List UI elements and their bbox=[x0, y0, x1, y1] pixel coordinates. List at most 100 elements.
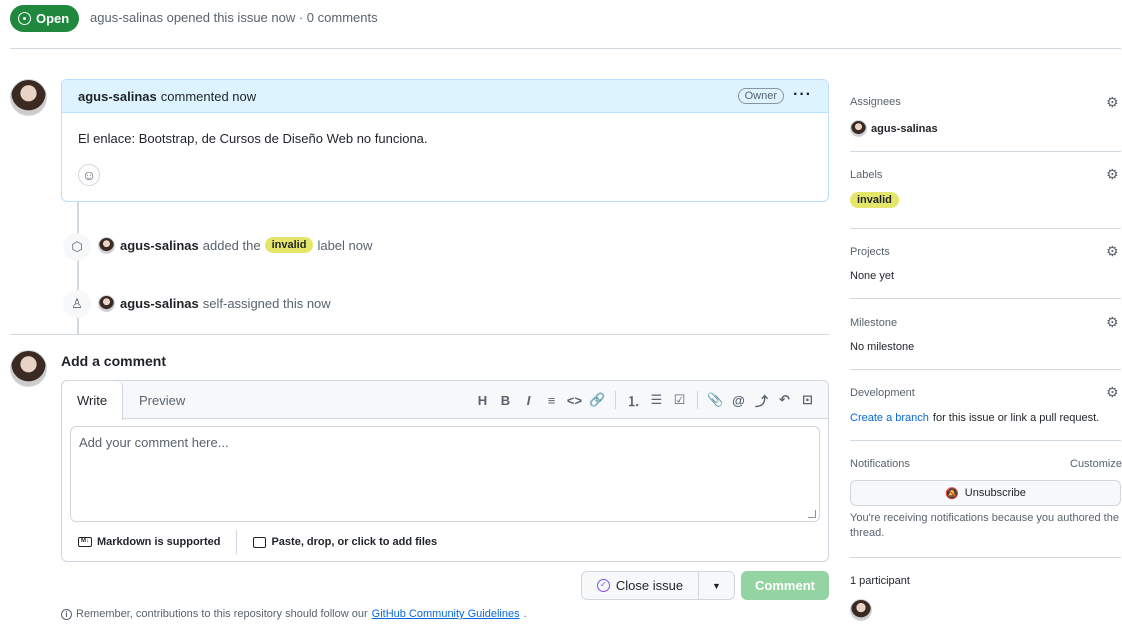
issue-comment: agus-salinas commented now Owner ··· El … bbox=[61, 79, 829, 202]
assignees-title[interactable]: Assignees bbox=[850, 96, 901, 108]
comment-header: agus-salinas commented now Owner ··· bbox=[62, 80, 828, 113]
issue-meta: agus-salinas opened this issue now · 0 c… bbox=[90, 10, 378, 25]
guidelines-link[interactable]: GitHub Community Guidelines bbox=[372, 608, 520, 620]
assignee-avatar bbox=[850, 120, 867, 137]
task-list-icon[interactable]: ☑ bbox=[669, 388, 690, 412]
attach-files[interactable]: Paste, drop, or click to add files bbox=[237, 536, 453, 548]
assignee-name: agus-salinas bbox=[871, 122, 938, 135]
viewer-avatar[interactable] bbox=[10, 350, 47, 387]
projects-value: None yet bbox=[850, 270, 895, 282]
guidelines-reminder: i Remember, contributions to this reposi… bbox=[61, 608, 527, 620]
event-text-post: label now bbox=[317, 237, 373, 253]
undo-icon[interactable]: ↶ bbox=[774, 388, 795, 412]
close-issue-label: Close issue bbox=[615, 578, 684, 593]
development-title[interactable]: Development bbox=[850, 387, 915, 399]
event-actor[interactable]: agus-salinas bbox=[120, 238, 199, 253]
timeline-label-event: agus-salinas added the invalid label now bbox=[120, 237, 372, 253]
projects-title[interactable]: Projects bbox=[850, 246, 890, 258]
label-invalid[interactable]: invalid bbox=[850, 192, 899, 208]
event-actor[interactable]: agus-salinas bbox=[120, 296, 199, 311]
markdown-icon: M↓ bbox=[78, 537, 92, 547]
comment-author[interactable]: agus-salinas bbox=[78, 89, 157, 104]
unsubscribe-label: Unsubscribe bbox=[964, 487, 1026, 499]
sidebar-divider bbox=[850, 557, 1121, 558]
label-invalid[interactable]: invalid bbox=[264, 237, 314, 253]
event-text: self-assigned this now bbox=[202, 296, 331, 311]
editor-footer: M↓ Markdown is supported Paste, drop, or… bbox=[62, 523, 828, 561]
unsubscribe-button[interactable]: 🔕 Unsubscribe bbox=[850, 480, 1121, 506]
issue-state-badge: Open bbox=[10, 5, 80, 32]
fullscreen-icon[interactable]: ⊡ bbox=[797, 388, 818, 412]
markdown-hint[interactable]: M↓ Markdown is supported bbox=[62, 536, 236, 548]
link-icon[interactable]: 🔗 bbox=[587, 388, 608, 412]
add-comment-title: Add a comment bbox=[61, 353, 167, 369]
sidebar-divider bbox=[850, 369, 1121, 370]
check-circle-icon: ✓ bbox=[596, 579, 610, 592]
assignee-item[interactable]: agus-salinas bbox=[850, 120, 938, 137]
create-branch-link[interactable]: Create a branch bbox=[850, 412, 929, 424]
italic-icon[interactable]: I bbox=[518, 388, 539, 412]
gear-icon[interactable]: ⚙ bbox=[1106, 94, 1119, 111]
comment-action: commented now bbox=[160, 88, 257, 104]
tab-preview[interactable]: Preview bbox=[124, 381, 200, 419]
tag-icon: ⬡ bbox=[63, 233, 91, 261]
milestone-title[interactable]: Milestone bbox=[850, 317, 897, 329]
labels-title[interactable]: Labels bbox=[850, 169, 882, 181]
sidebar-divider bbox=[850, 298, 1121, 299]
tab-write[interactable]: Write bbox=[61, 381, 124, 420]
toolbar-separator bbox=[697, 391, 698, 409]
editor-tabs: Write Preview H B I ≡ <> 🔗 ⒈ ☰ ☑ 📎 @ ⤴ ↶… bbox=[61, 381, 828, 420]
development-rest: for this issue or link a pull request. bbox=[932, 412, 1100, 424]
ordered-list-icon[interactable]: ⒈ bbox=[623, 388, 644, 412]
cross-reference-icon[interactable]: ⤴ bbox=[751, 388, 772, 412]
markdown-label: Markdown is supported bbox=[97, 536, 221, 548]
reminder-end: . bbox=[523, 608, 527, 620]
comment-body: El enlace: Bootstrap, de Cursos de Diseñ… bbox=[78, 131, 428, 146]
info-icon: i bbox=[61, 608, 72, 620]
reminder-text: Remember, contributions to this reposito… bbox=[76, 608, 368, 620]
gear-icon[interactable]: ⚙ bbox=[1106, 243, 1119, 260]
gear-icon[interactable]: ⚙ bbox=[1106, 166, 1119, 183]
close-issue-button[interactable]: ✓ Close issue bbox=[581, 571, 699, 600]
notifications-title: Notifications bbox=[850, 458, 910, 470]
actor-avatar[interactable] bbox=[98, 237, 115, 254]
editor-toolbar: H B I ≡ <> 🔗 ⒈ ☰ ☑ 📎 @ ⤴ ↶ ⊡ bbox=[472, 381, 818, 419]
comment-button[interactable]: Comment bbox=[741, 571, 829, 600]
customize-link[interactable]: Customize bbox=[1070, 458, 1122, 470]
label-list: invalid bbox=[850, 192, 899, 208]
heading-icon[interactable]: H bbox=[472, 388, 493, 412]
notifications-note: You're receiving notifications because y… bbox=[850, 512, 1119, 539]
gear-icon[interactable]: ⚙ bbox=[1106, 384, 1119, 401]
sidebar-divider bbox=[850, 228, 1121, 229]
event-text-pre: added the bbox=[202, 237, 261, 253]
unordered-list-icon[interactable]: ☰ bbox=[646, 388, 667, 412]
quote-icon[interactable]: ≡ bbox=[541, 388, 562, 412]
sidebar-divider bbox=[850, 440, 1121, 441]
issue-open-icon bbox=[18, 12, 31, 25]
sidebar-divider bbox=[850, 151, 1121, 152]
bell-slash-icon: 🔕 bbox=[945, 487, 959, 500]
person-icon: ♙ bbox=[63, 290, 91, 318]
owner-badge: Owner bbox=[737, 88, 784, 104]
participant-avatar[interactable] bbox=[850, 599, 872, 621]
actor-avatar[interactable] bbox=[98, 295, 115, 312]
comment-editor: Write Preview H B I ≡ <> 🔗 ⒈ ☰ ☑ 📎 @ ⤴ ↶… bbox=[61, 380, 829, 562]
close-options-dropdown[interactable]: ▼ bbox=[698, 571, 735, 600]
participants-title: 1 participant bbox=[850, 575, 910, 587]
development-value: Create a branch for this issue or link a… bbox=[850, 412, 1099, 424]
smiley-icon[interactable]: ☺ bbox=[78, 164, 100, 186]
mention-icon[interactable]: @ bbox=[728, 388, 749, 412]
comment-textarea[interactable]: Add your comment here... bbox=[70, 426, 820, 522]
gear-icon[interactable]: ⚙ bbox=[1106, 314, 1119, 331]
timeline-divider bbox=[10, 334, 829, 335]
author-avatar[interactable] bbox=[10, 79, 47, 116]
image-icon bbox=[253, 536, 267, 548]
kebab-menu-icon[interactable]: ··· bbox=[793, 86, 812, 104]
code-icon[interactable]: <> bbox=[564, 388, 585, 412]
issue-state-label: Open bbox=[36, 11, 70, 26]
attach-label: Paste, drop, or click to add files bbox=[271, 536, 438, 548]
timeline-assign-event: agus-salinas self-assigned this now bbox=[120, 296, 331, 311]
toolbar-separator bbox=[615, 391, 616, 409]
paperclip-icon[interactable]: 📎 bbox=[705, 388, 726, 412]
bold-icon[interactable]: B bbox=[495, 388, 516, 412]
